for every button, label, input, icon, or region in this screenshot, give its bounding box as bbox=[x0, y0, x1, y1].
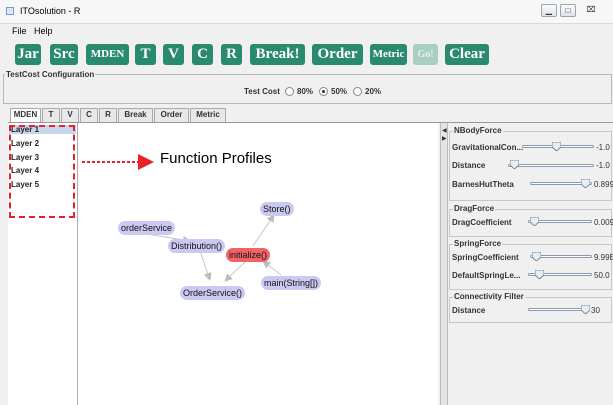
edge-distribution-orderservicector bbox=[199, 250, 212, 281]
testcost-label: Test Cost bbox=[244, 87, 280, 96]
testcost-option-50: 50% bbox=[331, 87, 348, 96]
grav-value: -1.0 bbox=[596, 143, 610, 152]
tab-metric[interactable]: Metric bbox=[190, 108, 226, 122]
order-button[interactable]: Order bbox=[312, 44, 363, 65]
go-button[interactable]: Go! bbox=[413, 44, 438, 65]
menu-help[interactable]: Help bbox=[34, 26, 53, 36]
springlength-slider-thumb[interactable] bbox=[535, 270, 544, 279]
conn-distance-slider-thumb[interactable] bbox=[581, 305, 590, 314]
connectivity-title: Connectivity Filter bbox=[453, 292, 525, 301]
testcost-radio-80[interactable] bbox=[285, 87, 294, 96]
springcoef-label: SpringCoefficient bbox=[452, 253, 519, 262]
annotation-highlight-box bbox=[9, 125, 75, 218]
springforce-group bbox=[449, 244, 612, 290]
dragcoef-label: DragCoefficient bbox=[452, 218, 512, 227]
force-panel: NBodyForce GravitationalCon... -1.0 Dist… bbox=[448, 123, 613, 405]
barneshut-label: BarnesHutTheta bbox=[452, 180, 514, 189]
node-store[interactable]: Store() bbox=[260, 202, 294, 216]
dragcoef-slider-thumb[interactable] bbox=[530, 217, 539, 226]
distance-label: Distance bbox=[452, 161, 486, 170]
node-orderservice-ctor[interactable]: OrderService() bbox=[180, 286, 246, 300]
springlength-value: 50.0 bbox=[594, 271, 610, 280]
dragforce-title: DragForce bbox=[453, 204, 496, 213]
grav-slider-thumb[interactable] bbox=[552, 142, 561, 151]
toolbar: Jar Src MDEN T V C R Break! Order Metric… bbox=[0, 38, 613, 68]
distance-slider-thumb[interactable] bbox=[510, 160, 519, 169]
mden-button[interactable]: MDEN bbox=[86, 44, 129, 65]
distance-value: -1.0 bbox=[596, 161, 610, 170]
testcost-option-20: 20% bbox=[365, 87, 382, 96]
testcost-option-80: 80% bbox=[297, 87, 314, 96]
collapse-left-icon[interactable]: ◀ bbox=[442, 127, 447, 134]
annotation-arrow-icon bbox=[82, 154, 154, 170]
nbodyforce-title: NBodyForce bbox=[453, 126, 503, 135]
distance-slider[interactable] bbox=[508, 164, 594, 167]
tab-t[interactable]: T bbox=[42, 108, 60, 122]
c-button[interactable]: C bbox=[192, 44, 213, 65]
node-distribution[interactable]: Distribution() bbox=[168, 239, 226, 253]
r-button[interactable]: R bbox=[221, 44, 242, 65]
springforce-title: SpringForce bbox=[453, 239, 503, 248]
springcoef-slider-thumb[interactable] bbox=[532, 252, 541, 261]
collapse-right-icon[interactable]: ▶ bbox=[442, 135, 447, 142]
node-orderservice[interactable]: orderService bbox=[118, 221, 176, 235]
conn-distance-value: 30 bbox=[591, 306, 600, 315]
minimize-button[interactable]: ▁ bbox=[541, 4, 557, 17]
menu-file[interactable]: File bbox=[12, 26, 27, 36]
tab-mden[interactable]: MDEN bbox=[10, 108, 41, 122]
tab-c[interactable]: C bbox=[80, 108, 98, 122]
node-main[interactable]: main(String[]) bbox=[261, 276, 322, 290]
title-bar: ITOsolution - R ▁ □ ⌧ bbox=[0, 0, 613, 24]
testcost-radio-20[interactable] bbox=[353, 87, 362, 96]
conn-distance-label: Distance bbox=[452, 306, 486, 315]
edge-initialize-store bbox=[252, 214, 275, 247]
conn-distance-slider[interactable] bbox=[528, 308, 586, 311]
testcost-group-title: TestCost Configuration bbox=[5, 70, 96, 79]
tab-r[interactable]: R bbox=[99, 108, 117, 122]
split-divider[interactable]: ◀ ▶ bbox=[440, 123, 448, 405]
src-button[interactable]: Src bbox=[50, 44, 78, 65]
maximize-button[interactable]: □ bbox=[560, 4, 576, 17]
tab-break[interactable]: Break bbox=[118, 108, 153, 122]
t-button[interactable]: T bbox=[135, 44, 156, 65]
break-button[interactable]: Break! bbox=[250, 44, 305, 65]
window-title: ITOsolution - R bbox=[20, 6, 81, 16]
edge-initialize-orderservicector bbox=[224, 260, 247, 282]
edge-main-initialize bbox=[262, 260, 282, 276]
annotation-label: Function Profiles bbox=[160, 150, 272, 167]
springcoef-value: 9.99E bbox=[594, 253, 613, 262]
tab-v[interactable]: V bbox=[61, 108, 79, 122]
barneshut-slider-thumb[interactable] bbox=[581, 179, 590, 188]
dragcoef-value: 0.009 bbox=[594, 218, 613, 227]
menu-bar: File Help bbox=[0, 24, 613, 38]
app-icon bbox=[6, 7, 14, 15]
testcost-radio-50[interactable] bbox=[319, 87, 328, 96]
barneshut-value: 0.899 bbox=[594, 180, 613, 189]
metric-button[interactable]: Metric bbox=[370, 44, 407, 65]
node-initialize[interactable]: initialize() bbox=[226, 248, 271, 262]
tab-order[interactable]: Order bbox=[154, 108, 189, 122]
v-button[interactable]: V bbox=[163, 44, 184, 65]
springlength-label: DefaultSpringLe... bbox=[452, 271, 521, 280]
clear-button[interactable]: Clear bbox=[445, 44, 489, 65]
jar-button[interactable]: Jar bbox=[15, 44, 41, 65]
grav-label: GravitationalCon... bbox=[452, 143, 524, 152]
close-button[interactable]: ⌧ bbox=[583, 4, 599, 17]
